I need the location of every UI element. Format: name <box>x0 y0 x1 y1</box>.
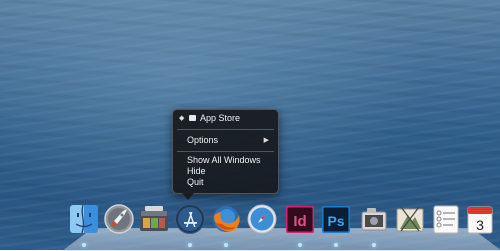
safari-icon[interactable] <box>246 203 278 235</box>
indesign-icon[interactable]: Id <box>284 203 316 235</box>
launchpad-icon[interactable] <box>103 203 135 235</box>
window-icon <box>189 115 196 121</box>
menu-item-label: Show All Windows <box>187 155 261 165</box>
running-indicator <box>334 243 338 247</box>
photoshop-label: Ps <box>327 213 344 229</box>
reminders-icon[interactable] <box>430 203 462 235</box>
menu-item-label: Quit <box>187 177 204 187</box>
menu-item-label: App Store <box>200 113 241 123</box>
menu-item-label: Options <box>187 135 219 145</box>
running-indicator <box>188 243 192 247</box>
photoshop-icon[interactable]: Ps <box>320 203 352 235</box>
running-indicator <box>372 243 376 247</box>
photo-browser-icon[interactable] <box>138 203 170 235</box>
menu-separator <box>177 151 274 152</box>
menu-item-label: Hide <box>187 166 206 176</box>
menu-separator <box>177 129 274 130</box>
menu-item-hide[interactable]: Hide <box>173 166 278 177</box>
menu-item-show-all-windows[interactable]: Show All Windows <box>173 155 278 166</box>
diamond-icon: ◆ <box>179 115 185 122</box>
running-indicator <box>298 243 302 247</box>
preview-icon[interactable] <box>358 203 390 235</box>
menu-pointer <box>182 193 194 200</box>
submenu-arrow-icon: ▶ <box>263 137 269 144</box>
app-store-icon[interactable] <box>174 203 206 235</box>
calendar-icon[interactable]: 3 <box>464 203 496 235</box>
running-indicator <box>82 243 86 247</box>
menu-item-app-store[interactable]: ◆ App Store <box>173 113 278 124</box>
menu-item-options[interactable]: Options ▶ <box>173 135 278 146</box>
indesign-label: Id <box>293 213 306 230</box>
running-indicator <box>224 243 228 247</box>
menu-item-quit[interactable]: Quit <box>173 177 278 188</box>
app-context-menu: ◆ App Store Options ▶ Show All Windows H… <box>172 109 279 194</box>
firefox-icon[interactable] <box>210 203 242 235</box>
image-capture-icon[interactable] <box>394 203 426 235</box>
calendar-day: 3 <box>476 217 484 233</box>
finder-icon[interactable] <box>68 203 100 235</box>
